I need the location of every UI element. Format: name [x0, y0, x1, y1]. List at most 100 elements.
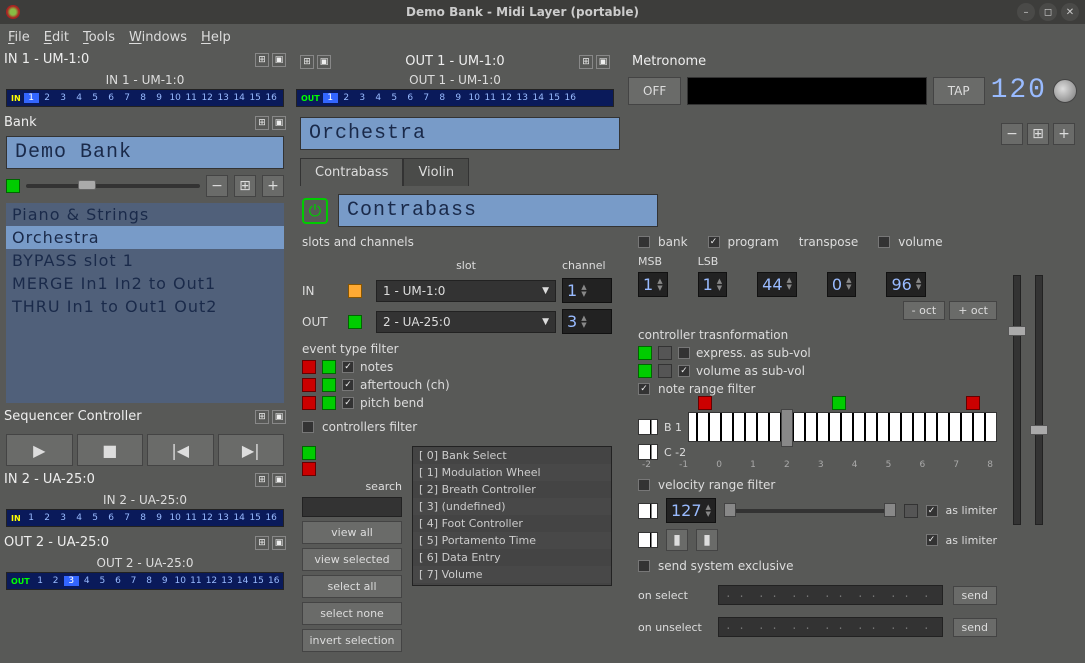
- ct-led[interactable]: [638, 364, 652, 378]
- bpm-knob[interactable]: [1053, 79, 1077, 103]
- as-limiter-checkbox[interactable]: [926, 534, 938, 546]
- channel-button[interactable]: 1: [323, 93, 338, 103]
- channel-button[interactable]: 14: [531, 93, 546, 103]
- bank-slider[interactable]: [26, 184, 200, 188]
- transpose-spinner[interactable]: 0▲▼: [827, 272, 857, 297]
- ct-led[interactable]: [638, 346, 652, 360]
- oct-plus-button[interactable]: + oct: [949, 301, 997, 320]
- add-button[interactable]: +: [262, 175, 284, 197]
- channel-button[interactable]: 4: [72, 513, 87, 523]
- channel-button[interactable]: 15: [248, 513, 263, 523]
- maximize-button[interactable]: ◻: [1039, 3, 1057, 21]
- cc-list[interactable]: [ 0] Bank Select [ 1] Modulation Wheel […: [412, 446, 612, 586]
- velocity-spinner[interactable]: 127▲▼: [666, 498, 716, 523]
- channel-button[interactable]: 11: [189, 576, 204, 586]
- tap-button[interactable]: TAP: [933, 77, 985, 105]
- filter-led[interactable]: [322, 378, 336, 392]
- dup-button[interactable]: ⊞: [234, 175, 256, 197]
- ct-led[interactable]: [658, 364, 672, 378]
- view-selected-button[interactable]: view selected: [302, 548, 402, 571]
- channel-button[interactable]: 10: [168, 93, 183, 103]
- program-spinner[interactable]: 44▲▼: [757, 272, 797, 297]
- tab-violin[interactable]: Violin: [403, 158, 469, 186]
- menu-file[interactable]: File: [8, 30, 30, 45]
- bank-led[interactable]: [6, 179, 20, 193]
- program-checkbox[interactable]: [708, 236, 720, 248]
- vertical-slider-b[interactable]: [1035, 275, 1043, 525]
- channel-button[interactable]: 2: [40, 93, 55, 103]
- lsb-spinner[interactable]: 1▲▼: [698, 272, 728, 297]
- channel-button[interactable]: 5: [95, 576, 110, 586]
- dup-button[interactable]: ⊞: [1027, 123, 1049, 145]
- bpm-value[interactable]: 120: [991, 75, 1047, 106]
- stop-button[interactable]: ■: [77, 434, 144, 466]
- channel-button[interactable]: 5: [387, 93, 402, 103]
- ct-led[interactable]: [658, 346, 672, 360]
- channel-button[interactable]: 16: [264, 93, 279, 103]
- panel-icon[interactable]: ⊞: [255, 410, 269, 424]
- out-channel-spinner[interactable]: 3▲▼: [562, 309, 612, 334]
- panel-icon[interactable]: ⊞: [255, 536, 269, 550]
- panel-icon[interactable]: ⊞: [255, 473, 269, 487]
- express-checkbox[interactable]: [678, 347, 690, 359]
- cc-item[interactable]: [ 8] Balance: [413, 583, 611, 586]
- in-led[interactable]: [348, 284, 362, 298]
- channel-button[interactable]: 12: [200, 513, 215, 523]
- velocity-slider[interactable]: [724, 509, 896, 513]
- channel-button[interactable]: 14: [232, 513, 247, 523]
- channel-button[interactable]: 15: [248, 93, 263, 103]
- sysex-checkbox[interactable]: [638, 560, 650, 572]
- filter-led[interactable]: [302, 360, 316, 374]
- channel-button[interactable]: 7: [419, 93, 434, 103]
- msb-spinner[interactable]: 1▲▼: [638, 272, 668, 297]
- panel-icon[interactable]: ⊞: [300, 55, 314, 69]
- channel-button[interactable]: 11: [184, 513, 199, 523]
- oct-minus-button[interactable]: - oct: [903, 301, 946, 320]
- channel-button[interactable]: 13: [216, 513, 231, 523]
- select-none-button[interactable]: select none: [302, 602, 402, 625]
- channel-button[interactable]: 14: [232, 93, 247, 103]
- filter-led[interactable]: [302, 396, 316, 410]
- channel-button[interactable]: 11: [483, 93, 498, 103]
- invert-selection-button[interactable]: invert selection: [302, 629, 402, 652]
- panel-icon[interactable]: ▣: [272, 116, 286, 130]
- channel-button[interactable]: 16: [264, 513, 279, 523]
- panel-icon[interactable]: ▣: [272, 53, 286, 67]
- in-channel-spinner[interactable]: 1▲▼: [562, 278, 612, 303]
- channel-button[interactable]: 1: [24, 93, 39, 103]
- channel-button[interactable]: 6: [104, 513, 119, 523]
- channel-button[interactable]: 5: [88, 93, 103, 103]
- cc-item[interactable]: [ 1] Modulation Wheel: [413, 464, 611, 481]
- channel-button[interactable]: 8: [142, 576, 157, 586]
- channel-button[interactable]: 9: [157, 576, 172, 586]
- panel-icon[interactable]: ⊞: [579, 55, 593, 69]
- cc-item[interactable]: [ 4] Foot Controller: [413, 515, 611, 532]
- channel-button[interactable]: 2: [48, 576, 63, 586]
- channel-button[interactable]: 4: [72, 93, 87, 103]
- remove-button[interactable]: −: [1001, 123, 1023, 145]
- channel-button[interactable]: 1: [24, 513, 39, 523]
- channel-button[interactable]: 8: [136, 513, 151, 523]
- channel-button[interactable]: 10: [168, 513, 183, 523]
- volume-spinner[interactable]: 96▲▼: [886, 272, 926, 297]
- channel-button[interactable]: 3: [355, 93, 370, 103]
- channel-button[interactable]: 3: [56, 93, 71, 103]
- bank-name-lcd[interactable]: Demo Bank: [6, 136, 284, 169]
- filter-led[interactable]: [302, 378, 316, 392]
- channel-button[interactable]: 10: [173, 576, 188, 586]
- channel-button[interactable]: 9: [152, 513, 167, 523]
- view-all-button[interactable]: view all: [302, 521, 402, 544]
- channel-button[interactable]: 7: [120, 513, 135, 523]
- instrument-lcd[interactable]: Contrabass: [338, 194, 658, 227]
- channel-button[interactable]: 2: [339, 93, 354, 103]
- channel-button[interactable]: 12: [204, 576, 219, 586]
- notes-checkbox[interactable]: [342, 361, 354, 373]
- keyboard-icon[interactable]: [638, 419, 658, 435]
- select-all-button[interactable]: select all: [302, 575, 402, 598]
- vertical-slider-a[interactable]: [1013, 275, 1021, 525]
- metronome-off-button[interactable]: OFF: [628, 77, 681, 105]
- channel-button[interactable]: 16: [563, 93, 578, 103]
- out-led[interactable]: [348, 315, 362, 329]
- volume-checkbox[interactable]: [878, 236, 890, 248]
- channel-button[interactable]: 11: [184, 93, 199, 103]
